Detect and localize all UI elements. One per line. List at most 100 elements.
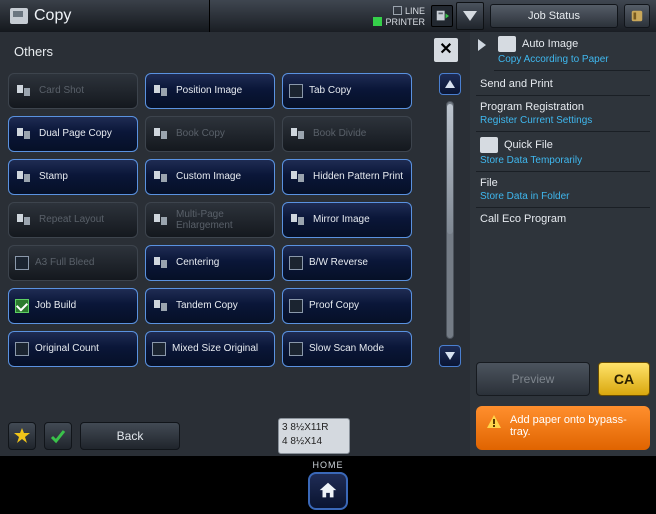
home-icon (317, 480, 339, 502)
option-icon (152, 126, 170, 142)
copy-icon (10, 8, 28, 24)
checkbox-icon (152, 342, 166, 356)
scroll-down-button[interactable] (439, 345, 461, 367)
options-grid: Card Shot Position Image Tab Copy Dual Page… (8, 73, 432, 367)
back-button[interactable]: Back (80, 422, 180, 450)
option-stamp[interactable]: Stamp (8, 159, 138, 195)
option-custom-image[interactable]: Custom Image (145, 159, 275, 195)
option-icon (152, 212, 170, 228)
option-icon (152, 255, 170, 271)
option-label: Multi-Page Enlargement (176, 209, 268, 232)
action-subtitle: Register Current Settings (480, 115, 646, 126)
action-title: Send and Print (480, 78, 553, 90)
action-auto-image[interactable]: Auto Image Copy According to Paper (494, 36, 650, 71)
action-send-print[interactable]: Send and Print (476, 75, 650, 96)
scrollbar-thumb[interactable] (447, 104, 453, 234)
action-eco-program[interactable]: Call Eco Program (476, 210, 650, 230)
option-position-image[interactable]: Position Image (145, 73, 275, 109)
option-b-w-reverse[interactable]: B/W Reverse (282, 245, 412, 281)
option-tandem-copy[interactable]: Tandem Copy (145, 288, 275, 324)
option-job-build[interactable]: Job Build (8, 288, 138, 324)
action-quick-file[interactable]: Quick File Store Data Temporarily (476, 134, 650, 172)
option-label: B/W Reverse (309, 257, 405, 269)
option-label: Mixed Size Original (172, 343, 268, 355)
option-label: Stamp (39, 171, 131, 183)
mode-dropdown-button[interactable] (456, 2, 484, 30)
action-subtitle: Copy According to Paper (498, 54, 646, 65)
option-label: Centering (176, 257, 268, 269)
alert-banner: Add paper onto bypass-tray. (476, 406, 650, 450)
tray-status: 3 8½X11R 4 8½X14 (278, 418, 350, 454)
action-subtitle: Store Data in Folder (480, 191, 646, 202)
guide-button[interactable] (624, 4, 650, 28)
option-label: Position Image (176, 85, 268, 97)
option-a3-full-bleed: A3 Full Bleed (8, 245, 138, 281)
option-multi-page-enlargement: Multi-Page Enlargement (145, 202, 275, 238)
back-button-label: Back (117, 429, 144, 443)
clear-all-label: CA (614, 371, 634, 387)
close-button[interactable]: ✕ (434, 38, 458, 62)
option-dual-page-copy[interactable]: Dual Page Copy (8, 116, 138, 152)
option-icon (15, 212, 33, 228)
option-label: Custom Image (176, 171, 268, 183)
option-label: Slow Scan Mode (309, 343, 405, 355)
checkbox-icon (15, 342, 29, 356)
status-indicators: LINE PRINTER (373, 6, 425, 27)
option-tab-copy[interactable]: Tab Copy (282, 73, 412, 109)
checkbox-icon (289, 84, 303, 98)
option-icon (15, 126, 33, 142)
option-label: Book Divide (313, 128, 405, 140)
top-bar: Copy LINE PRINTER Job Status (0, 0, 656, 32)
option-mirror-image[interactable]: Mirror Image (282, 202, 412, 238)
action-file[interactable]: File Store Data in Folder (476, 174, 650, 208)
action-title: Program Registration (480, 101, 584, 113)
option-hidden-pattern-print[interactable]: Hidden Pattern Print (282, 159, 412, 195)
warning-icon (486, 414, 502, 430)
preview-button[interactable]: Preview (476, 362, 590, 396)
app-title: Copy (34, 7, 71, 25)
scroll-up-button[interactable] (439, 73, 461, 95)
confirm-button[interactable] (44, 422, 72, 450)
checkbox-icon (289, 299, 303, 313)
action-title: File (480, 177, 498, 189)
checkbox-icon (289, 256, 303, 270)
scroll-column (438, 73, 462, 367)
option-label: Proof Copy (309, 300, 405, 312)
option-icon (289, 212, 307, 228)
option-label: Mirror Image (313, 214, 405, 226)
option-icon (15, 83, 33, 99)
printer-status-icon[interactable] (431, 5, 453, 27)
home-label: HOME (313, 460, 344, 470)
clear-all-button[interactable]: CA (598, 362, 650, 396)
checkbox-icon (15, 256, 29, 270)
option-mixed-size-original[interactable]: Mixed Size Original (145, 331, 275, 367)
option-label: Card Shot (39, 85, 131, 97)
option-label: Dual Page Copy (39, 128, 131, 140)
option-card-shot: Card Shot (8, 73, 138, 109)
option-original-count[interactable]: Original Count (8, 331, 138, 367)
action-program-registration[interactable]: Program Registration Register Current Se… (476, 98, 650, 132)
option-label: Tandem Copy (176, 300, 268, 312)
option-label: Job Build (35, 300, 131, 312)
option-label: Repeat Layout (39, 214, 131, 226)
indicator-printer: PRINTER (373, 17, 425, 27)
checkbox-icon (289, 342, 303, 356)
option-slow-scan-mode[interactable]: Slow Scan Mode (282, 331, 412, 367)
option-label: A3 Full Bleed (35, 257, 131, 269)
option-icon (152, 298, 170, 314)
job-status-button[interactable]: Job Status (490, 4, 618, 28)
action-title: Call Eco Program (480, 213, 566, 225)
indicator-line: LINE (393, 6, 425, 16)
option-centering[interactable]: Centering (145, 245, 275, 281)
favorite-button[interactable] (8, 422, 36, 450)
option-proof-copy[interactable]: Proof Copy (282, 288, 412, 324)
panel-expand-button[interactable] (476, 36, 488, 54)
scrollbar-track[interactable] (446, 101, 454, 339)
option-icon (289, 169, 307, 185)
job-status-label: Job Status (528, 10, 580, 22)
auto-image-icon (498, 36, 516, 52)
action-title: Quick File (504, 139, 553, 151)
close-icon: ✕ (439, 42, 452, 58)
home-button[interactable] (308, 472, 348, 510)
preview-button-label: Preview (512, 372, 555, 386)
